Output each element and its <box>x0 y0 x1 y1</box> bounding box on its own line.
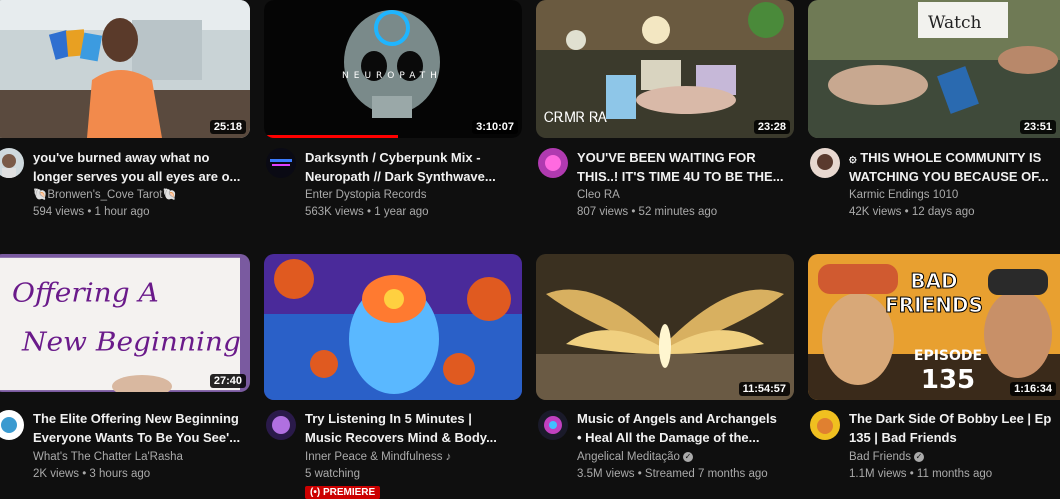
thumb-text-line: New Beginning <box>21 327 241 357</box>
duration-badge: 23:51 <box>1019 120 1056 134</box>
duration-badge: 25:18 <box>209 120 246 134</box>
duration-badge: 11:54:57 <box>738 382 790 396</box>
watch-progress-bar <box>264 135 399 138</box>
channel-name[interactable]: Bad Friends ✓ <box>849 449 925 465</box>
duration-badge: 27:40 <box>209 374 246 388</box>
verified-check-icon: ✓ <box>682 451 693 462</box>
channel-name[interactable]: 🐚Bronwen's_Cove Tarot🐚 <box>33 187 177 203</box>
video-title-line: Neuropath // Dark Synthwave... <box>305 169 496 184</box>
video-title-line: • Heal All the Damage of the... <box>577 430 760 445</box>
video-thumbnail[interactable]: 25:18 <box>0 0 250 138</box>
thumb-text-line: Offering A <box>12 278 159 308</box>
channel-avatar[interactable] <box>538 410 568 440</box>
thumb-text-line: 135 <box>921 365 975 395</box>
video-title-line: The Dark Side Of Bobby Lee | Ep <box>849 411 1052 426</box>
video-thumbnail[interactable]: Watch 23:51 <box>808 0 1060 138</box>
channel-name-text: Angelical Meditação <box>577 451 680 463</box>
premiere-badge: (•) PREMIERE <box>305 486 381 499</box>
video-title-line: The Elite Offering New Beginning <box>33 411 239 426</box>
duration-badge: 1:16:34 <box>1010 382 1056 396</box>
channel-avatar[interactable] <box>266 148 296 178</box>
video-thumbnail[interactable]: NEUROPATH 3:10:07 <box>264 0 522 138</box>
video-title-line: ۞ THIS WHOLE COMMUNITY IS <box>849 150 1042 165</box>
video-title-line: you've burned away what no <box>33 150 210 165</box>
thumb-title-text: NEUROPATH <box>342 71 442 81</box>
thumb-text-line: FRIENDS <box>885 293 983 317</box>
video-thumbnail[interactable] <box>264 254 522 400</box>
channel-name[interactable]: Karmic Endings 1010 <box>849 187 958 203</box>
video-title[interactable]: Try Listening In 5 Minutes | Music Recov… <box>305 409 527 447</box>
video-title[interactable]: Music of Angels and Archangels • Heal Al… <box>577 409 799 447</box>
channel-name-text: Bad Friends <box>849 451 912 463</box>
duration-badge: 23:28 <box>753 120 790 134</box>
video-grid: 25:18 NEUROPATH 3:10:07 ᏟᎡᎷᏒ ᏒᎪ 23:28 Wa… <box>0 0 1060 499</box>
video-title-line: 135 | Bad Friends <box>849 430 957 445</box>
video-title-line: Try Listening In 5 Minutes | <box>305 411 472 426</box>
video-title[interactable]: The Dark Side Of Bobby Lee | Ep 135 | Ba… <box>849 409 1059 447</box>
thumb-text-line: EPISODE <box>914 348 982 364</box>
video-stats: 5 watching <box>305 468 360 480</box>
duration-badge: 3:10:07 <box>472 120 518 134</box>
channel-avatar[interactable] <box>266 410 296 440</box>
video-thumbnail[interactable]: 11:54:57 <box>536 254 794 400</box>
video-stats: 2K views • 3 hours ago <box>33 468 151 480</box>
thumb-text-line: BAD <box>910 269 957 293</box>
video-title-line: WATCHING YOU BECAUSE OF... <box>849 169 1049 184</box>
video-title[interactable]: Darksynth / Cyberpunk Mix - Neuropath //… <box>305 148 527 186</box>
video-title-line: THIS..! IT'S TIME 4U TO BE THE... <box>577 169 784 184</box>
video-thumbnail[interactable]: BAD FRIENDS EPISODE 135 1:16:34 <box>808 254 1060 400</box>
channel-avatar[interactable] <box>0 410 24 440</box>
channel-name[interactable]: What's The Chatter La'Rasha <box>33 449 183 465</box>
video-title-line: Everyone Wants To Be You See'... <box>33 430 241 445</box>
video-title[interactable]: YOU'VE BEEN WAITING FOR THIS..! IT'S TIM… <box>577 148 799 186</box>
video-thumbnail[interactable]: Offering A New Beginning 27:40 <box>0 254 250 392</box>
channel-name[interactable]: Enter Dystopia Records <box>305 187 426 203</box>
channel-name[interactable]: Angelical Meditação ✓ <box>577 449 693 465</box>
video-title[interactable]: you've burned away what no longer serves… <box>33 148 255 186</box>
verified-check-icon: ✓ <box>914 451 925 462</box>
video-title-line: YOU'VE BEEN WAITING FOR <box>577 150 756 165</box>
video-title-line: Darksynth / Cyberpunk Mix - <box>305 150 481 165</box>
channel-avatar[interactable] <box>810 148 840 178</box>
channel-name[interactable]: Inner Peace & Mindfulness ♪ <box>305 449 451 465</box>
channel-avatar[interactable] <box>538 148 568 178</box>
channel-name[interactable]: Cleo RA <box>577 187 620 203</box>
thumb-title-text: ᏟᎡᎷᏒ ᏒᎪ <box>544 110 608 126</box>
video-title[interactable]: ۞ THIS WHOLE COMMUNITY IS WATCHING YOU B… <box>849 148 1059 186</box>
video-title-line: Music of Angels and Archangels <box>577 411 777 426</box>
video-stats: 807 views • 52 minutes ago <box>577 206 718 218</box>
video-thumbnail[interactable]: ᏟᎡᎷᏒ ᏒᎪ 23:28 <box>536 0 794 138</box>
video-title-line: longer serves you all eyes are o... <box>33 169 241 184</box>
thumb-title-text: Watch <box>928 13 981 33</box>
video-stats: 3.5M views • Streamed 7 months ago <box>577 468 768 480</box>
channel-avatar[interactable] <box>0 148 24 178</box>
video-title-line: Music Recovers Mind & Body... <box>305 430 497 445</box>
video-stats: 594 views • 1 hour ago <box>33 206 150 218</box>
video-stats: 563K views • 1 year ago <box>305 206 429 218</box>
channel-avatar[interactable] <box>810 410 840 440</box>
video-stats: 42K views • 12 days ago <box>849 206 975 218</box>
video-title[interactable]: The Elite Offering New Beginning Everyon… <box>33 409 255 447</box>
video-stats: 1.1M views • 11 months ago <box>849 468 993 480</box>
